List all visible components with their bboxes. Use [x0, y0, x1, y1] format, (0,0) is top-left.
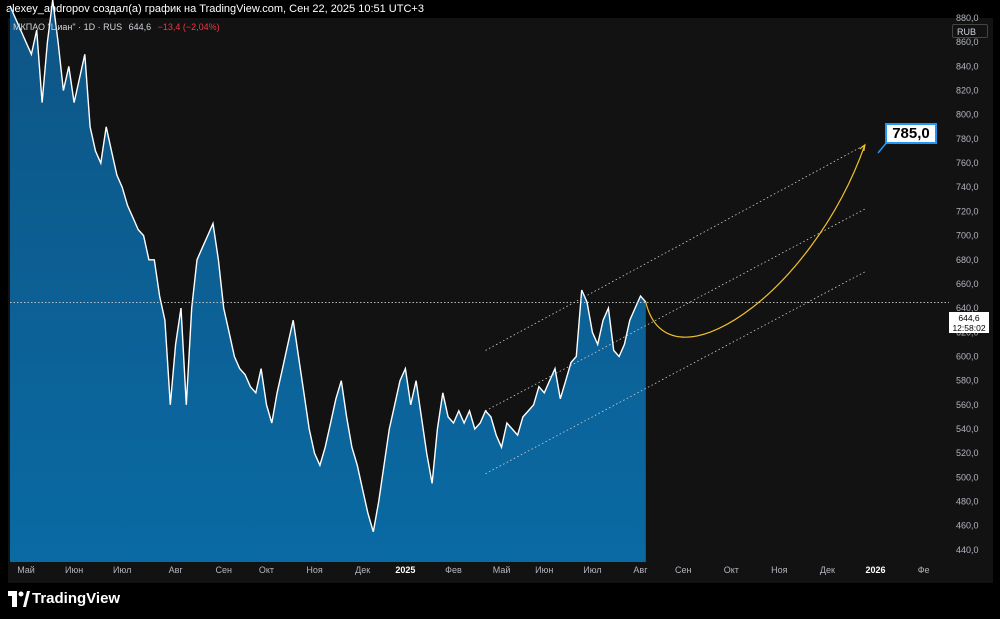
- y-tick-label: 880,0: [956, 13, 979, 23]
- channel-lower-line: [485, 271, 866, 475]
- x-tick-label: Июл: [113, 565, 131, 575]
- price-chart[interactable]: 880,0860,0840,0820,0800,0780,0760,0740,0…: [0, 0, 1000, 619]
- y-tick-label: 700,0: [956, 231, 979, 241]
- y-tick-label: 440,0: [956, 545, 979, 555]
- y-tick-label: 780,0: [956, 134, 979, 144]
- tradingview-brand[interactable]: TradingView: [32, 590, 120, 607]
- y-tick-label: 500,0: [956, 472, 979, 482]
- y-tick-label: 840,0: [956, 61, 979, 71]
- x-tick-label: Фе: [918, 565, 930, 575]
- x-tick-label: Ноя: [771, 565, 788, 575]
- y-tick-label: 520,0: [956, 448, 979, 458]
- y-tick-label: 460,0: [956, 521, 979, 531]
- tradingview-logo-icon: [8, 591, 30, 607]
- y-tick-label: 720,0: [956, 206, 979, 216]
- x-tick-label: Фев: [445, 565, 462, 575]
- x-tick-label: Авг: [169, 565, 184, 575]
- y-tick-label: 760,0: [956, 158, 979, 168]
- bar-countdown: 12:58:02: [952, 323, 986, 333]
- x-tick-label: Сен: [215, 565, 232, 575]
- channel-upper-line: [485, 144, 866, 351]
- y-tick-label: 540,0: [956, 424, 979, 434]
- x-tick-label: Май: [17, 565, 35, 575]
- x-tick-label: Дек: [355, 565, 370, 575]
- x-tick-label: Май: [493, 565, 511, 575]
- y-tick-label: 820,0: [956, 86, 979, 96]
- y-tick-label: 740,0: [956, 182, 979, 192]
- current-price-tag: 644,6 12:58:02: [949, 312, 989, 333]
- current-price-value: 644,6: [958, 313, 980, 323]
- y-tick-label: 580,0: [956, 376, 979, 386]
- currency-button[interactable]: RUB: [952, 24, 988, 38]
- target-price-label[interactable]: 785,0: [885, 123, 937, 144]
- x-tick-label: Ноя: [306, 565, 323, 575]
- y-tick-label: 480,0: [956, 497, 979, 507]
- x-tick-label: Окт: [724, 565, 739, 575]
- projection-curve: [645, 144, 866, 338]
- y-tick-label: 680,0: [956, 255, 979, 265]
- y-tick-label: 560,0: [956, 400, 979, 410]
- y-tick-label: 600,0: [956, 351, 979, 361]
- x-tick-label: Июн: [535, 565, 553, 575]
- y-tick-label: 800,0: [956, 110, 979, 120]
- symbol-name: МКПАО "Циан" · 1D · RUS: [13, 22, 123, 32]
- x-tick-label: Сен: [675, 565, 692, 575]
- last-price: 644,6: [128, 22, 152, 32]
- price-area-fill: [10, 0, 646, 562]
- x-tick-label: Июн: [65, 565, 83, 575]
- channel-middle-line: [485, 208, 866, 412]
- x-tick-label: 2026: [866, 565, 886, 575]
- symbol-legend: МКПАО "Циан" · 1D · RUS 644,6 −13,4 (−2,…: [13, 22, 220, 32]
- price-change: −13,4 (−2,04%): [157, 22, 220, 32]
- footer-bar: [0, 583, 1000, 619]
- x-tick-label: 2025: [395, 565, 415, 575]
- x-tick-label: Дек: [820, 565, 835, 575]
- y-tick-label: 660,0: [956, 279, 979, 289]
- x-tick-label: Июл: [583, 565, 601, 575]
- x-tick-label: Окт: [259, 565, 274, 575]
- x-tick-label: Авг: [633, 565, 648, 575]
